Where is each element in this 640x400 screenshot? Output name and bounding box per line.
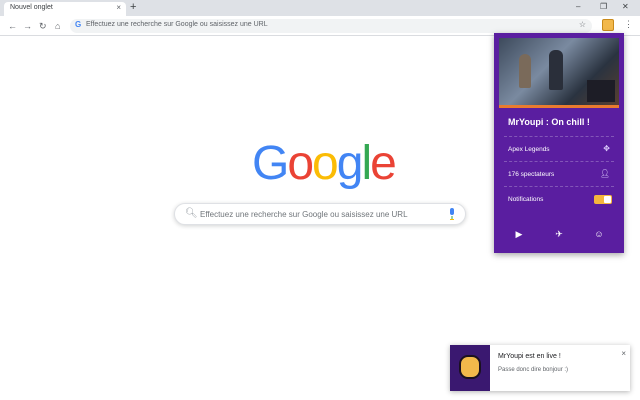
viewers-label: 176 spectateurs: [508, 171, 555, 178]
thumbnail-figure: [519, 54, 531, 88]
extension-mryoupi-icon[interactable]: [602, 19, 614, 31]
person-icon: 👤︎: [599, 169, 610, 178]
reload-icon[interactable]: ↻: [39, 20, 47, 32]
game-label: Apex Legends: [508, 146, 550, 153]
toggle-knob: [604, 196, 611, 203]
streamer-avatar-icon: [459, 355, 481, 379]
google-logo-letter: e: [370, 137, 397, 190]
notifications-label: Notifications: [508, 196, 544, 203]
twitter-icon[interactable]: ✈: [552, 229, 566, 240]
thumbnail-accent-bar: [499, 105, 619, 108]
discord-icon[interactable]: ☺: [592, 229, 606, 239]
viewers-row: 176 spectateurs 👤︎: [504, 161, 614, 185]
bookmark-star-icon[interactable]: ☆: [579, 20, 586, 29]
thumbnail-figure: [549, 50, 563, 90]
notification-body: Passe donc dire bonjour :): [498, 367, 569, 373]
game-row: Apex Legends ✥: [504, 136, 614, 160]
tab-close-icon[interactable]: ×: [116, 3, 121, 12]
notifications-row: Notifications: [504, 186, 614, 210]
google-logo-letter: l: [361, 137, 372, 190]
new-tab-button[interactable]: +: [130, 1, 136, 14]
notification-avatar: [450, 345, 490, 391]
live-notification[interactable]: MrYoupi est en live ! Passe donc dire bo…: [450, 345, 630, 391]
google-logo-letter: o: [312, 137, 339, 190]
address-bar-placeholder: Effectuez une recherche sur Google ou sa…: [86, 21, 268, 28]
stream-thumbnail[interactable]: [499, 38, 619, 108]
thumbnail-webcam: [587, 80, 615, 102]
google-g-icon: G: [75, 20, 82, 29]
google-logo-letter: G: [252, 137, 289, 190]
notifications-toggle[interactable]: [594, 195, 612, 204]
search-icon: 🔍︎: [185, 208, 198, 219]
google-logo: Google: [252, 136, 397, 191]
forward-icon[interactable]: →: [23, 20, 32, 32]
microphone-icon[interactable]: [449, 208, 455, 220]
notification-close-icon[interactable]: ×: [621, 349, 626, 358]
extension-popup: MrYoupi : On chill ! Apex Legends ✥ 176 …: [494, 33, 624, 253]
stream-title: MrYoupi : On chill !: [508, 117, 590, 127]
gamepad-icon: ✥: [603, 144, 610, 153]
tab-strip: Nouvel onglet × + – ❐ ✕: [0, 0, 640, 16]
tab-new-tab[interactable]: Nouvel onglet ×: [4, 2, 126, 16]
google-logo-letter: g: [336, 137, 364, 190]
youtube-icon[interactable]: ▶: [512, 229, 526, 240]
close-window-button[interactable]: ✕: [622, 2, 629, 11]
home-icon[interactable]: ⌂: [55, 20, 60, 32]
notification-title: MrYoupi est en live !: [498, 353, 561, 360]
search-placeholder: Effectuez une recherche sur Google ou sa…: [200, 210, 408, 219]
browser-menu-icon[interactable]: ⋮: [624, 19, 633, 30]
back-icon[interactable]: ←: [8, 20, 17, 32]
google-search-box[interactable]: 🔍︎ Effectuez une recherche sur Google ou…: [174, 203, 466, 225]
minimize-button[interactable]: –: [576, 2, 580, 11]
address-bar[interactable]: G Effectuez une recherche sur Google ou …: [70, 19, 592, 33]
restore-button[interactable]: ❐: [600, 2, 607, 11]
tab-title: Nouvel onglet: [10, 4, 53, 11]
google-logo-letter: o: [287, 137, 314, 190]
